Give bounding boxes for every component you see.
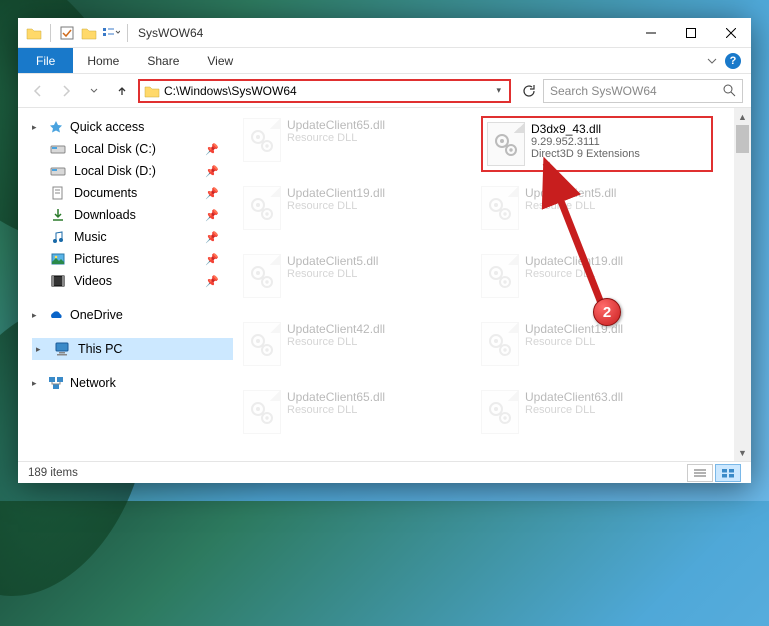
vertical-scrollbar[interactable]: ▲ ▼	[734, 108, 751, 461]
caret-down-icon: ▸	[32, 122, 42, 133]
scroll-down-button[interactable]: ▼	[734, 444, 751, 461]
documents-icon	[50, 185, 66, 201]
pin-icon: 📌	[205, 275, 219, 288]
qa-properties-icon[interactable]	[79, 23, 99, 43]
network-icon	[48, 375, 64, 391]
sidebar-item-music[interactable]: Music📌	[32, 226, 233, 248]
downloads-icon	[50, 207, 66, 223]
caret-right-icon: ▸	[36, 344, 46, 355]
pictures-icon	[50, 251, 66, 267]
scroll-up-button[interactable]: ▲	[734, 108, 751, 125]
sidebar-network[interactable]: ▸ Network	[32, 372, 233, 394]
pin-icon: 📌	[205, 209, 219, 222]
drive-icon	[50, 163, 66, 179]
status-bar: 189 items	[18, 461, 751, 483]
scroll-thumb[interactable]	[736, 125, 749, 153]
pin-icon: 📌	[205, 231, 219, 244]
file-list-pane: UpdateClient65.dllResource DLLUpdateClie…	[233, 108, 751, 461]
pin-icon: 📌	[205, 253, 219, 266]
maximize-button[interactable]	[671, 18, 711, 48]
ribbon-expand-icon[interactable]	[707, 56, 717, 66]
pin-icon: 📌	[205, 187, 219, 200]
sidebar-quick-access[interactable]: ▸ Quick access	[32, 116, 233, 138]
nav-recent-dropdown[interactable]	[82, 79, 106, 103]
caret-right-icon: ▸	[32, 310, 42, 321]
videos-icon	[50, 273, 66, 289]
nav-forward-button[interactable]	[54, 79, 78, 103]
address-path: C:\Windows\SysWOW64	[164, 84, 492, 98]
qa-view-dropdown-icon[interactable]	[101, 23, 121, 43]
nav-up-button[interactable]	[110, 79, 134, 103]
drive-icon	[50, 141, 66, 157]
status-item-count: 189 items	[28, 467, 78, 479]
sidebar-item-local-disk-d[interactable]: Local Disk (D:)📌	[32, 160, 233, 182]
address-folder-icon	[144, 84, 160, 98]
content-area: ▸ Quick access Local Disk (C:)📌 Local Di…	[18, 108, 751, 461]
title-bar: SysWOW64	[18, 18, 751, 48]
address-dropdown-icon[interactable]: ▾	[492, 85, 505, 96]
tab-home[interactable]: Home	[73, 48, 133, 73]
onedrive-icon	[48, 307, 64, 323]
star-icon	[48, 119, 64, 135]
search-placeholder: Search SysWOW64	[550, 84, 723, 98]
window-title: SysWOW64	[138, 26, 203, 40]
file-item-highlighted[interactable]: D3dx9_43.dll 9.29.952.3111 Direct3D 9 Ex…	[481, 116, 713, 172]
music-icon	[50, 229, 66, 245]
view-details-button[interactable]	[687, 464, 713, 482]
file-version: 9.29.952.3111	[531, 136, 640, 148]
address-bar[interactable]: C:\Windows\SysWOW64 ▾	[138, 79, 511, 103]
close-button[interactable]	[711, 18, 751, 48]
sidebar-onedrive[interactable]: ▸ OneDrive	[32, 304, 233, 326]
tab-view[interactable]: View	[193, 48, 247, 73]
pin-icon: 📌	[205, 165, 219, 178]
sidebar-item-documents[interactable]: Documents📌	[32, 182, 233, 204]
file-name: D3dx9_43.dll	[531, 122, 640, 136]
address-row: C:\Windows\SysWOW64 ▾ Search SysWOW64	[18, 74, 751, 108]
sidebar-item-local-disk-c[interactable]: Local Disk (C:)📌	[32, 138, 233, 160]
caret-right-icon: ▸	[32, 378, 42, 389]
file-description: Direct3D 9 Extensions	[531, 148, 640, 160]
sidebar-this-pc[interactable]: ▸ This PC	[32, 338, 233, 360]
this-pc-icon	[54, 341, 70, 357]
sidebar-item-videos[interactable]: Videos📌	[32, 270, 233, 292]
search-box[interactable]: Search SysWOW64	[543, 79, 743, 103]
help-icon[interactable]: ?	[725, 53, 741, 69]
sidebar-item-downloads[interactable]: Downloads📌	[32, 204, 233, 226]
file-tab[interactable]: File	[18, 48, 73, 73]
minimize-button[interactable]	[631, 18, 671, 48]
ribbon-tabs: File Home Share View ?	[18, 48, 751, 74]
pin-icon: 📌	[205, 143, 219, 156]
nav-back-button[interactable]	[26, 79, 50, 103]
explorer-window: SysWOW64 File Home Share View ? C:\Windo…	[18, 18, 751, 483]
search-icon	[723, 84, 736, 97]
dll-file-icon	[487, 122, 525, 166]
qa-checkbox-icon[interactable]	[57, 23, 77, 43]
view-icons-button[interactable]	[715, 464, 741, 482]
folder-icon	[24, 23, 44, 43]
tab-share[interactable]: Share	[133, 48, 193, 73]
navigation-pane: ▸ Quick access Local Disk (C:)📌 Local Di…	[18, 108, 233, 461]
refresh-button[interactable]	[517, 80, 539, 102]
callout-badge-2: 2	[593, 298, 621, 326]
sidebar-item-pictures[interactable]: Pictures📌	[32, 248, 233, 270]
